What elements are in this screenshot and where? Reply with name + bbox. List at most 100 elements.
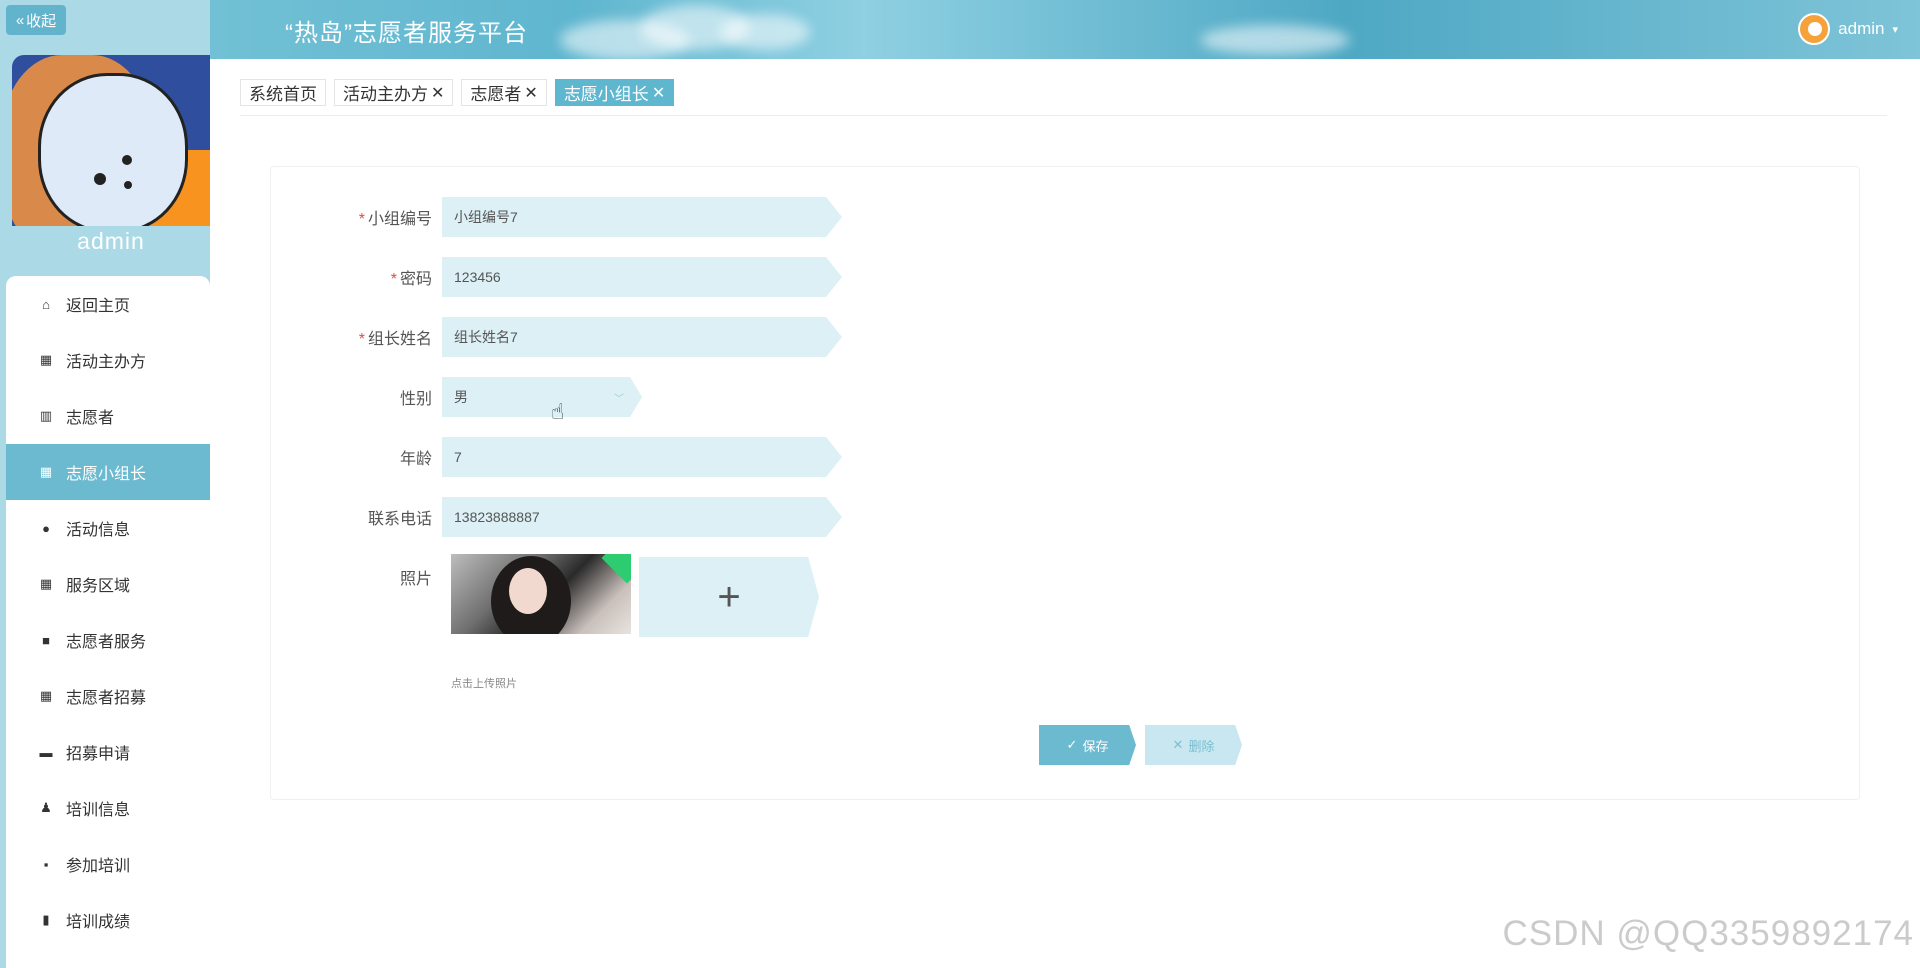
tab-organizer[interactable]: 活动主办方 ✕ [334,79,454,106]
sidebar-item-label: 招募申请 [66,746,131,763]
sidebar-item-label: 志愿者 [66,410,115,427]
check-icon [601,554,631,584]
upload-tip: 点击上传照片 [451,678,517,690]
field-label: 年龄 [399,451,432,468]
group-no-input[interactable] [442,197,842,237]
form-row-gender: 性别 男 ﹀ [271,377,642,417]
gender-select[interactable]: 男 ﹀ [442,377,642,417]
age-input[interactable] [442,437,842,477]
tab-divider [240,115,1887,116]
grid-icon: ▦ [39,688,53,703]
tab-group-leader[interactable]: 志愿小组长 ✕ [554,79,675,106]
close-icon[interactable]: ✕ [524,83,537,103]
sidebar-item-organizer[interactable]: ▦ 活动主办方 [6,332,210,388]
form-row-phone: 联系电话 [271,497,842,537]
chevron-down-icon: ﹀ [614,393,624,405]
app-title: “热岛”志愿者服务平台 [285,20,528,47]
user-name: admin [1838,19,1885,38]
sidebar-item-home[interactable]: ⌂ 返回主页 [6,276,210,332]
sidebar-item-join-training[interactable]: ▪ 参加培训 [6,836,210,892]
required-mark: * [358,331,365,348]
sidebar-item-label: 活动信息 [66,522,131,539]
leader-name-input[interactable] [442,317,842,357]
form-row-leader-name: * 组长姓名 [271,317,842,357]
field-label: * 小组编号 [358,211,432,228]
sidebar-item-label: 培训成绩 [66,914,131,931]
save-label: 保存 [1082,738,1109,754]
sidebar-item-label: 志愿者招募 [66,690,147,707]
sidebar-item-activity-info[interactable]: ● 活动信息 [6,500,210,556]
grid-icon: ▦ [39,576,53,591]
plus-icon: + [717,574,741,619]
required-mark: * [358,211,365,228]
user-menu[interactable]: admin ▾ [1798,13,1898,45]
phone-input[interactable] [442,497,842,537]
close-icon[interactable]: ✕ [652,83,665,103]
side-menu: ⌂ 返回主页 ▦ 活动主办方 ▥ 志愿者 ▦ 志愿小组长 ● 活动信息 ▦ 服务… [6,276,210,968]
watermark: CSDN @QQ3359892174 [1502,914,1914,953]
upload-button[interactable]: + [639,557,819,637]
tab-label: 志愿小组长 [563,85,649,104]
gender-value: 男 [454,389,468,405]
sidebar-item-label: 服务区域 [66,578,131,595]
field-label: 联系电话 [367,511,432,528]
form-card: *小组编号 *密码 *组长姓名 性别 男 ﹀ 年龄 联系电话 照片 + 点击上传… [270,166,1860,800]
collapse-button[interactable]: « 收起 [6,5,66,35]
sidebar-item-label: 参加培训 [66,858,131,875]
chevron-down-icon: ▾ [1892,23,1898,36]
collapse-label: 收起 [26,12,57,30]
save-button[interactable]: ✓ 保存 [1039,725,1136,765]
form-row-password: * 密码 [271,257,842,297]
bulb-icon: ● [42,520,50,536]
form-row-age: 年龄 [271,437,842,477]
form-row-photo: 照片 [271,565,442,589]
tab-label: 活动主办方 [343,85,428,104]
briefcase-icon: ▬ [39,744,53,760]
password-input[interactable] [442,257,842,297]
tab-bar: 系统首页 活动主办方 ✕ 志愿者 ✕ 志愿小组长 ✕ [240,79,675,106]
delete-button[interactable]: ✕ 删除 [1145,725,1242,765]
sidebar-item-label: 培训信息 [66,802,131,819]
comment-icon: ▪ [43,856,49,872]
field-label: * 密码 [390,271,432,288]
mouse-cursor-icon: ☝ [551,399,565,424]
close-icon[interactable]: ✕ [431,83,444,103]
grid-icon: ▦ [39,464,53,479]
user-icon: ♟ [40,800,52,815]
sidebar-item-volunteer[interactable]: ▥ 志愿者 [6,388,210,444]
tab-label: 系统首页 [249,85,317,104]
close-icon: ✕ [1172,737,1184,752]
sidebar-item-training-info[interactable]: ♟ 培训信息 [6,780,210,836]
delete-label: 删除 [1188,738,1215,754]
sidebar-item-label: 志愿小组长 [66,466,147,483]
double-chevron-left-icon: « [15,11,25,29]
sidebar-item-volunteer-service[interactable]: ■ 志愿者服务 [6,612,210,668]
sidebar-item-label: 返回主页 [66,298,131,315]
check-icon: ✓ [1066,737,1078,752]
books-icon: ▥ [39,408,53,423]
uploaded-photo[interactable] [451,554,631,634]
required-mark: * [390,271,397,288]
tab-home[interactable]: 系统首页 [240,79,326,106]
sidebar-item-recruitment[interactable]: ▦ 志愿者招募 [6,668,210,724]
top-header: “热岛”志愿者服务平台 admin ▾ [0,0,1920,60]
video-icon: ■ [42,632,50,648]
profile-name: admin [77,228,145,254]
sidebar-item-group-leader[interactable]: ▦ 志愿小组长 [6,444,210,500]
tab-label: 志愿者 [470,85,522,104]
grid-icon: ▦ [39,352,53,367]
home-icon: ⌂ [42,296,50,312]
sidebar-item-service-area[interactable]: ▦ 服务区域 [6,556,210,612]
sidebar-item-training-score[interactable]: ▮ 培训成绩 [6,892,210,948]
field-label: * 组长姓名 [358,331,432,348]
user-avatar [1798,13,1831,45]
sidebar-item-label: 活动主办方 [66,354,147,371]
sidebar-item-application[interactable]: ▬ 招募申请 [6,724,210,780]
field-label: 性别 [399,391,432,408]
tab-volunteer[interactable]: 志愿者 ✕ [461,79,547,106]
sidebar-item-label: 志愿者服务 [66,634,147,651]
profile-avatar [12,55,210,226]
form-row-group-no: * 小组编号 [271,197,842,237]
field-label: 照片 [399,571,432,588]
clipboard-icon: ▮ [42,912,50,927]
